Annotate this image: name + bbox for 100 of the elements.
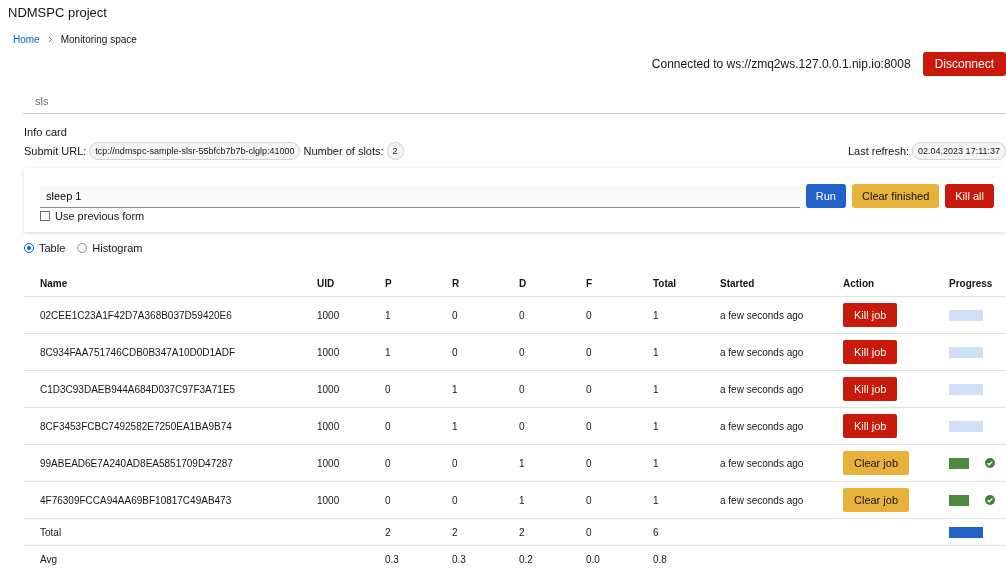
- column-header: R: [452, 277, 461, 289]
- column-header: Started: [720, 277, 756, 289]
- column-header: Progress: [949, 277, 994, 289]
- table-cell-text: 1: [519, 494, 526, 506]
- table-cell-text: 0: [452, 309, 459, 321]
- column-header: Action: [843, 277, 876, 289]
- table-cell-text: 1000: [317, 494, 341, 506]
- table-cell-text: 0: [586, 494, 593, 506]
- table-cell-text: 1: [653, 457, 660, 469]
- table-cell-text: 1000: [317, 420, 341, 432]
- table-cell-text: 0: [519, 309, 526, 321]
- table-cell-text: 0: [519, 346, 526, 358]
- table-cell-text: 1: [452, 420, 459, 432]
- table-cell-text: 2: [519, 526, 526, 538]
- table-cell-text: 0: [586, 457, 593, 469]
- table-cell-text: 1: [653, 383, 660, 395]
- table-cell-text: 1000: [317, 383, 341, 395]
- table-cell-text: 6: [653, 526, 660, 538]
- action-button[interactable]: Clear finished: [852, 184, 940, 208]
- checkbox[interactable]: [40, 211, 50, 221]
- job-action-button[interactable]: Clear job: [843, 488, 910, 512]
- table-cell-text: 0: [586, 420, 593, 432]
- table-cell-text: 0: [452, 494, 459, 506]
- submit-url-label: Submit URL:: [24, 145, 87, 157]
- table-cell-text: 0: [519, 383, 526, 395]
- table-cell-text: 1000: [317, 457, 341, 469]
- slots-label: Number of slots:: [303, 145, 384, 157]
- check-circle-icon: [985, 495, 995, 505]
- connection-status: Connected to ws://zmq2ws.127.0.0.1.nip.io:8008: [651, 57, 911, 71]
- table-cell-text: a few seconds ago: [720, 383, 805, 395]
- column-header: Total: [653, 277, 678, 289]
- tab[interactable]: sls: [23, 88, 49, 113]
- column-header: UID: [317, 277, 336, 289]
- table-cell-text: 4F76309FCCA94AA69BF10817C49AB473: [40, 494, 233, 506]
- table-cell-text: Total: [40, 526, 63, 538]
- job-action-button[interactable]: Kill job: [843, 414, 898, 438]
- table-cell-text: 1: [385, 309, 392, 321]
- action-button[interactable]: Kill all: [945, 184, 994, 208]
- table-cell-text: a few seconds ago: [720, 457, 805, 469]
- job-action-button[interactable]: Kill job: [843, 303, 898, 327]
- card-title: Info card: [24, 126, 68, 138]
- chevron-right-icon: [47, 35, 53, 43]
- job-action-button[interactable]: Clear job: [843, 451, 910, 475]
- table-cell-text: a few seconds ago: [720, 346, 805, 358]
- table-cell-text: a few seconds ago: [720, 494, 805, 506]
- table-cell-text: 1: [653, 494, 660, 506]
- breadcrumb-link[interactable]: Home: [13, 33, 40, 45]
- job-action-button[interactable]: Kill job: [843, 377, 898, 401]
- table-cell-text: 0.2: [519, 553, 534, 565]
- breadcrumb-current[interactable]: Monitoring space: [60, 33, 137, 45]
- table-cell-text: a few seconds ago: [720, 309, 805, 321]
- table-cell-text: 0: [385, 494, 392, 506]
- table-cell-text: 1: [653, 346, 660, 358]
- table-cell-text: 0: [519, 420, 526, 432]
- column-header: D: [519, 277, 528, 289]
- last-refresh-label: Last refresh:: [847, 145, 910, 157]
- table-cell-text: 8CF3453FCBC7492582E7250EA1BA9B74: [40, 420, 233, 432]
- table-cell-text: 0: [586, 383, 593, 395]
- table-cell-text: 99ABEAD6E7A240AD8EA5851709D47287: [40, 457, 234, 469]
- last-refresh-chip: 02.04.2023 17:11:37: [912, 142, 1006, 160]
- radio-label: Histogram: [92, 242, 143, 254]
- table-cell-text: 0: [452, 346, 459, 358]
- table-cell-text: 0: [385, 457, 392, 469]
- table-cell-text: 0.8: [653, 553, 668, 565]
- table-cell-text: 1: [385, 346, 392, 358]
- table-cell-text: 0: [452, 457, 459, 469]
- table-cell-text: 0.3: [385, 553, 400, 565]
- app-title: NDMSPC project: [7, 4, 108, 22]
- table-cell-text: 2: [452, 526, 459, 538]
- table-cell-text: 0.3: [452, 553, 467, 565]
- table-cell-text: 1: [653, 420, 660, 432]
- table-cell-text: 0: [586, 346, 593, 358]
- table-cell-text: 0: [385, 420, 392, 432]
- table-cell-text: 0: [385, 383, 392, 395]
- job-action-button[interactable]: Kill job: [843, 340, 898, 364]
- action-button[interactable]: Run: [805, 184, 846, 208]
- table-cell-text: Avg: [40, 553, 59, 565]
- table-cell-text: 0: [586, 309, 593, 321]
- checkbox-label: Use previous form: [55, 210, 145, 222]
- table-cell-text: 0: [586, 526, 593, 538]
- table-cell-text: a few seconds ago: [720, 420, 805, 432]
- disconnect-button[interactable]: Disconnect: [922, 52, 1006, 76]
- table-cell-text: 8C934FAA751746CDB0B347A10D0D1ADF: [40, 346, 237, 358]
- radio-label: Table: [39, 242, 66, 254]
- table-cell-text: C1D3C93DAEB944A684D037C97F3A71E5: [40, 383, 237, 395]
- slots-chip: 2: [386, 142, 404, 160]
- table-cell-text: 2: [385, 526, 392, 538]
- table-cell-text: 1: [519, 457, 526, 469]
- table-cell-text: 0.0: [586, 553, 601, 565]
- table-cell-text: 02CEE1C23A1F42D7A368B037D59420E6: [40, 309, 233, 321]
- submit-url-chip: tcp://ndmspc-sample-slsr-55bfcb7b7b-clglp:41000: [89, 142, 301, 160]
- check-circle-icon: [985, 458, 995, 468]
- progress-bar: [949, 526, 983, 538]
- table-cell-text: 1: [452, 383, 459, 395]
- table-cell-text: 1: [653, 309, 660, 321]
- table-cell-text: 1000: [317, 309, 341, 321]
- command-field[interactable]: sleep 1: [40, 184, 800, 208]
- column-header: F: [586, 277, 594, 289]
- column-header: Name: [40, 277, 69, 289]
- table-cell-text: 1000: [317, 346, 341, 358]
